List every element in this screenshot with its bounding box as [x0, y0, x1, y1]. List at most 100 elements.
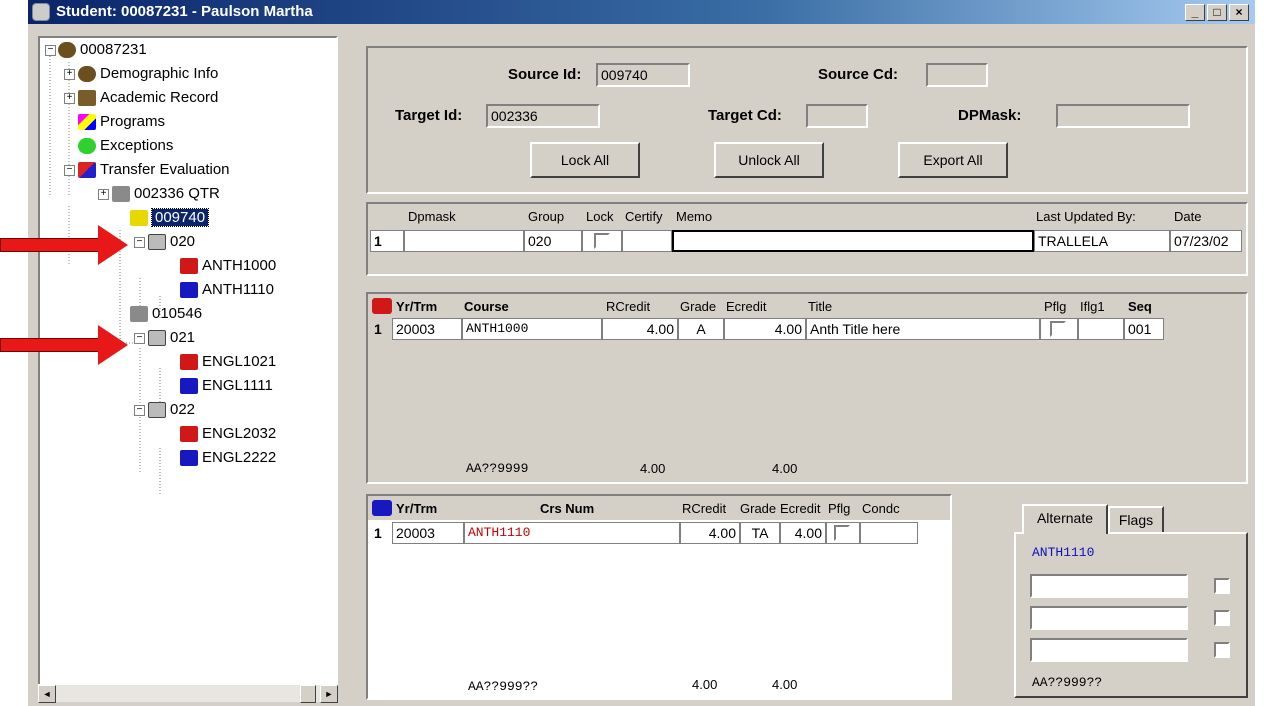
tree-item-engl1111[interactable]: ENGL1111 — [180, 374, 273, 398]
tree-item-group-022[interactable]: 022 — [148, 398, 195, 422]
tree-grp021-label: 021 — [170, 329, 196, 346]
tree-item-group-020[interactable]: 020 — [148, 230, 195, 254]
certify-cell[interactable] — [622, 230, 672, 252]
tree-root[interactable]: 00087231 — [58, 38, 147, 62]
memo-cell[interactable] — [672, 230, 1034, 252]
tree-item-engl2032[interactable]: ENGL2032 — [180, 422, 276, 446]
tree-item-transfer[interactable]: Transfer Evaluation — [78, 158, 230, 182]
pflg-checkbox[interactable] — [1050, 321, 1066, 337]
col-rcredit: RCredit — [682, 501, 727, 516]
ecredit-cell[interactable]: 4.00 — [724, 318, 806, 340]
blue-book-icon — [372, 500, 392, 516]
close-button[interactable]: × — [1229, 4, 1249, 21]
tab-alternate[interactable]: Alternate — [1022, 504, 1108, 534]
tree-item-institution-009740[interactable]: 009740 — [130, 206, 210, 230]
institution-icon — [130, 306, 148, 323]
target-footer-ecredit: 4.00 — [772, 677, 798, 692]
maximize-button[interactable]: □ — [1207, 4, 1227, 21]
tree-item-institution-002336[interactable]: 002336 QTR — [112, 182, 220, 206]
source-footer-rcredit: 4.00 — [640, 461, 666, 476]
yrtrm-cell[interactable]: 20003 — [392, 318, 462, 340]
smiley-icon — [78, 138, 96, 155]
expand-root-icon[interactable]: − — [45, 45, 56, 56]
expand-academic-icon[interactable]: + — [64, 93, 75, 104]
tree-item-exceptions[interactable]: Exceptions — [78, 134, 173, 158]
tree-item-demographic[interactable]: Demographic Info — [78, 62, 218, 86]
expand-group021-icon[interactable]: − — [134, 333, 145, 344]
col-ecredit: Ecredit — [726, 299, 767, 314]
tree-item-institution-010546[interactable]: 010546 — [130, 302, 202, 326]
group-cell[interactable]: 020 — [524, 230, 582, 252]
scroll-left-icon[interactable]: ◄ — [38, 685, 56, 703]
rcredit-cell[interactable]: 4.00 — [602, 318, 678, 340]
expand-group022-icon[interactable]: − — [134, 405, 145, 416]
tree-item-anth1110[interactable]: ANTH1110 — [180, 278, 274, 302]
tree-engl1021-label: ENGL1021 — [202, 353, 277, 370]
lock-checkbox[interactable] — [594, 233, 610, 249]
source-cd-field[interactable] — [926, 63, 988, 87]
alternate-field-1[interactable] — [1030, 574, 1188, 598]
row-number: 1 — [370, 318, 392, 340]
target-id-field[interactable]: 002336 — [486, 104, 600, 128]
ecredit-cell[interactable]: 4.00 — [780, 522, 826, 544]
dpmask-cell[interactable] — [404, 230, 524, 252]
arrow-head-icon — [98, 225, 128, 265]
tree-anth1000-label: ANTH1000 — [202, 257, 277, 274]
minimize-button[interactable]: _ — [1185, 4, 1205, 21]
dpmask-field[interactable] — [1056, 104, 1190, 128]
alternate-course: ANTH1110 — [1032, 545, 1095, 560]
condc-cell[interactable] — [860, 522, 918, 544]
tree-demographic-label: Demographic Info — [100, 65, 219, 82]
unlock-all-button[interactable]: Unlock All — [714, 142, 824, 178]
yrtrm-cell[interactable]: 20003 — [392, 522, 464, 544]
grade-cell[interactable]: TA — [740, 522, 780, 544]
alternate-field-2[interactable] — [1030, 606, 1188, 630]
student-tree[interactable]: − 00087231 + Demographic Info + Academic… — [38, 36, 338, 696]
pflg-checkbox[interactable] — [834, 525, 850, 541]
institution-icon — [130, 210, 148, 227]
alternate-checkbox-2[interactable] — [1214, 610, 1230, 626]
document-icon — [148, 234, 166, 251]
tree-item-engl1021[interactable]: ENGL1021 — [180, 350, 276, 374]
export-all-button[interactable]: Export All — [898, 142, 1008, 178]
tree-item-academic[interactable]: Academic Record — [78, 86, 218, 110]
tree-horizontal-scrollbar[interactable]: ◄ ► — [38, 684, 338, 703]
col-rcredit: RCredit — [606, 299, 651, 314]
tree-inst2-label: 009740 — [150, 208, 210, 227]
scroll-thumb[interactable] — [300, 685, 316, 703]
expand-transfer-icon[interactable]: − — [64, 165, 75, 176]
tab-flags[interactable]: Flags — [1108, 506, 1164, 534]
scroll-right-icon[interactable]: ► — [320, 685, 338, 703]
grade-cell[interactable]: A — [678, 318, 724, 340]
lock-all-button[interactable]: Lock All — [530, 142, 640, 178]
expand-group020-icon[interactable]: − — [134, 237, 145, 248]
alternate-field-3[interactable] — [1030, 638, 1188, 662]
tree-item-anth1000[interactable]: ANTH1000 — [180, 254, 276, 278]
title-cell[interactable]: Anth Title here — [806, 318, 1040, 340]
tree-transfer-label: Transfer Evaluation — [100, 161, 230, 178]
col-course: Course — [464, 299, 509, 314]
arrow-head-icon — [98, 325, 128, 365]
crsnum-cell[interactable]: ANTH1110 — [464, 522, 680, 544]
tree-engl2222-label: ENGL2222 — [202, 449, 277, 466]
expand-demographic-icon[interactable]: + — [64, 69, 75, 80]
alternate-checkbox-1[interactable] — [1214, 578, 1230, 594]
row-number: 1 — [370, 522, 392, 544]
blue-book-icon — [180, 282, 198, 299]
iflg1-cell[interactable] — [1078, 318, 1124, 340]
alternate-checkbox-3[interactable] — [1214, 642, 1230, 658]
tree-item-group-021[interactable]: 021 — [148, 326, 195, 350]
student-icon — [58, 42, 76, 59]
tree-item-programs[interactable]: Programs — [78, 110, 165, 134]
source-id-field[interactable]: 009740 — [596, 63, 690, 87]
col-iflg1: Iflg1 — [1080, 299, 1105, 314]
seq-cell[interactable]: 001 — [1124, 318, 1164, 340]
course-cell[interactable]: ANTH1000 — [462, 318, 602, 340]
tree-root-label: 00087231 — [80, 41, 147, 58]
target-cd-field[interactable] — [806, 104, 868, 128]
dpmask-label: DPMask: — [958, 107, 1022, 124]
source-course-grid: Yr/Trm Course RCredit Grade Ecredit Titl… — [366, 292, 1248, 484]
tree-item-engl2222[interactable]: ENGL2222 — [180, 446, 276, 470]
rcredit-cell[interactable]: 4.00 — [680, 522, 740, 544]
expand-inst1-icon[interactable]: + — [98, 189, 109, 200]
